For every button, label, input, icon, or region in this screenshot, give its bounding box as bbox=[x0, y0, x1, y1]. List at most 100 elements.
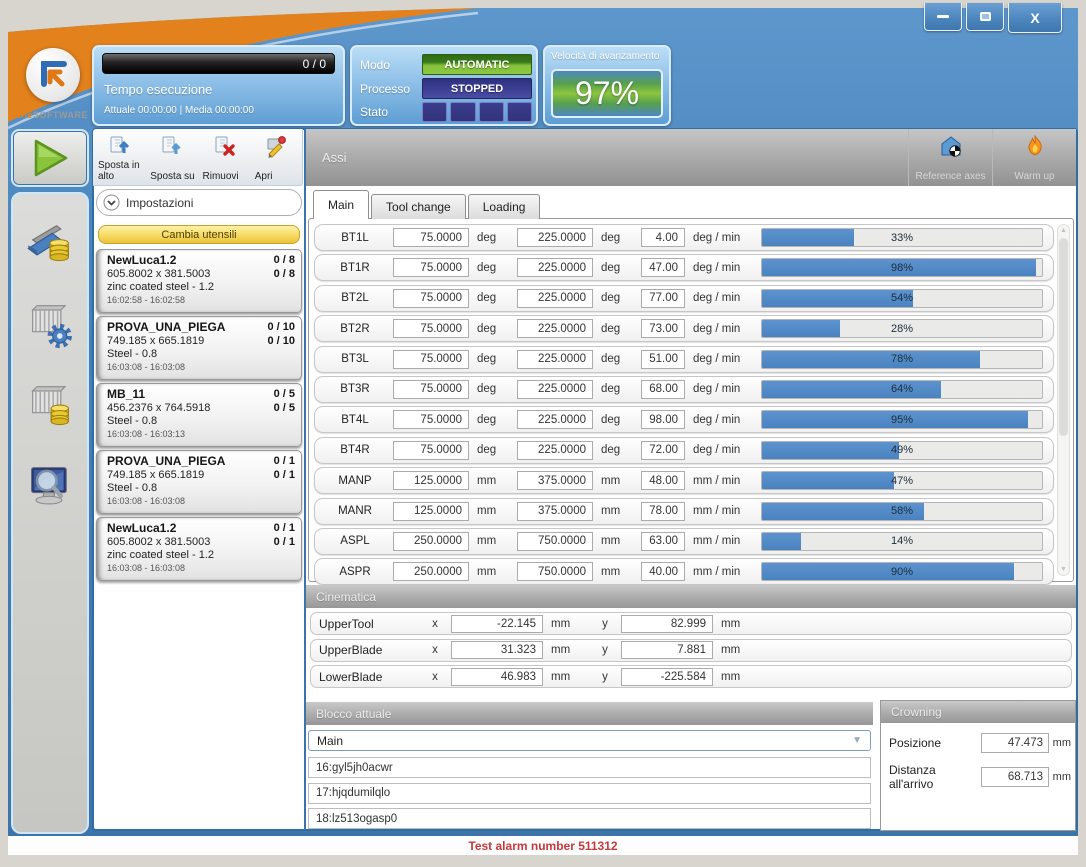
axis-speed-input[interactable]: 78.00 bbox=[641, 502, 685, 521]
axis-speed-input[interactable]: 72.00 bbox=[641, 441, 685, 460]
remove-button[interactable]: Rimuovi bbox=[198, 129, 250, 185]
axis-speed-input[interactable]: 47.00 bbox=[641, 258, 685, 277]
start-cycle-button[interactable] bbox=[11, 129, 89, 187]
axis-row: BT1L 75.0000 deg 225.0000 deg 4.00 deg /… bbox=[314, 224, 1054, 251]
processo-value: STOPPED bbox=[422, 78, 532, 99]
axis-name: BT1L bbox=[325, 232, 385, 244]
block-code-line[interactable]: 16:gyl5jh0acwr bbox=[308, 757, 871, 778]
axis-target-input[interactable]: 750.0000 bbox=[517, 562, 593, 581]
job-card[interactable]: MB_11 456.2376 x 764.5918 Steel - 0.8 16… bbox=[96, 383, 302, 447]
job-card[interactable]: NewLuca1.2 605.8002 x 381.5003 zinc coat… bbox=[96, 249, 302, 313]
impostazioni-label: Impostazioni bbox=[126, 196, 193, 210]
axis-position-unit: deg bbox=[477, 414, 509, 426]
reference-axes-button[interactable]: Reference axes bbox=[908, 129, 992, 186]
axis-speed-input[interactable]: 51.00 bbox=[641, 350, 685, 369]
axis-progress-label: 28% bbox=[762, 320, 1042, 337]
crowning-value-input[interactable]: 47.473 bbox=[981, 733, 1049, 753]
axis-target-input[interactable]: 750.0000 bbox=[517, 532, 593, 551]
axis-position-unit: mm bbox=[477, 535, 509, 547]
axis-position-input[interactable]: 250.0000 bbox=[393, 532, 469, 551]
warm-up-button[interactable]: Warm up bbox=[992, 129, 1076, 186]
axis-row: BT2R 75.0000 deg 225.0000 deg 73.00 deg … bbox=[314, 315, 1054, 342]
block-code-line[interactable]: 17:hjqdumilqlo bbox=[308, 783, 871, 804]
axis-position-input[interactable]: 125.0000 bbox=[393, 471, 469, 490]
axis-target-input[interactable]: 225.0000 bbox=[517, 350, 593, 369]
axis-speed-input[interactable]: 40.00 bbox=[641, 562, 685, 581]
axis-target-unit: mm bbox=[601, 535, 633, 547]
alarm-message: Test alarm number 511312 bbox=[468, 839, 617, 853]
axis-position-input[interactable]: 75.0000 bbox=[393, 350, 469, 369]
tab-tool-change[interactable]: Tool change bbox=[371, 194, 466, 219]
axes-scrollbar[interactable]: ▲ ▼ bbox=[1057, 224, 1070, 576]
app-window: X theSOFTWARE 0 / 0 Tempo esecuzione Att… bbox=[0, 0, 1086, 867]
axis-position-input[interactable]: 75.0000 bbox=[393, 228, 469, 247]
sidebar-item-tool-setup[interactable] bbox=[24, 297, 76, 354]
axis-speed-input[interactable]: 77.00 bbox=[641, 289, 685, 308]
axis-target-input[interactable]: 225.0000 bbox=[517, 380, 593, 399]
axis-speed-input[interactable]: 4.00 bbox=[641, 228, 685, 247]
axis-position-input[interactable]: 75.0000 bbox=[393, 380, 469, 399]
axis-target-input[interactable]: 375.0000 bbox=[517, 471, 593, 490]
axis-position-input[interactable]: 75.0000 bbox=[393, 258, 469, 277]
move-to-top-button[interactable]: Sposta in alto bbox=[93, 129, 145, 185]
axis-position-input[interactable]: 75.0000 bbox=[393, 319, 469, 338]
job-name: NewLuca1.2 bbox=[107, 521, 297, 535]
axis-position-unit: mm bbox=[477, 475, 509, 487]
axis-speed-input[interactable]: 48.00 bbox=[641, 471, 685, 490]
block-code-line[interactable]: 18:lz513ogasp0 bbox=[308, 808, 871, 829]
axis-target-input[interactable]: 225.0000 bbox=[517, 289, 593, 308]
axis-speed-input[interactable]: 68.00 bbox=[641, 380, 685, 399]
job-card[interactable]: PROVA_UNA_PIEGA 749.185 x 665.1819 Steel… bbox=[96, 316, 302, 380]
scroll-down-icon[interactable]: ▼ bbox=[1058, 566, 1069, 573]
x-value-input[interactable]: 46.983 bbox=[451, 668, 543, 686]
tab-loading[interactable]: Loading bbox=[468, 194, 541, 219]
axis-target-input[interactable]: 225.0000 bbox=[517, 441, 593, 460]
sidebar-item-diagnostics[interactable] bbox=[24, 459, 76, 516]
axis-position-input[interactable]: 250.0000 bbox=[393, 562, 469, 581]
open-button[interactable]: Apri bbox=[250, 129, 302, 185]
axis-target-input[interactable]: 375.0000 bbox=[517, 502, 593, 521]
y-value-input[interactable]: 82.999 bbox=[621, 615, 713, 633]
sidebar-item-tool-database[interactable] bbox=[24, 378, 76, 435]
axis-target-unit: deg bbox=[601, 353, 633, 365]
axis-progress-bar: 49% bbox=[761, 441, 1043, 460]
scrollbar-thumb[interactable] bbox=[1059, 238, 1068, 436]
close-button[interactable]: X bbox=[1008, 3, 1062, 33]
y-value-input[interactable]: 7.881 bbox=[621, 641, 713, 659]
scroll-up-icon[interactable]: ▲ bbox=[1058, 227, 1069, 234]
move-up-button[interactable]: Sposta su bbox=[145, 129, 197, 185]
x-value-input[interactable]: 31.323 bbox=[451, 641, 543, 659]
job-counters: 0 / 8 0 / 8 bbox=[274, 253, 295, 281]
x-axis-label: x bbox=[427, 671, 443, 683]
job-card[interactable]: NewLuca1.2 605.8002 x 381.5003 zinc coat… bbox=[96, 517, 302, 581]
crowning-value-input[interactable]: 68.713 bbox=[981, 767, 1049, 787]
axis-speed-input[interactable]: 63.00 bbox=[641, 532, 685, 551]
mode-panel: Modo AUTOMATIC Processo STOPPED Stato bbox=[350, 45, 538, 126]
axis-speed-input[interactable]: 73.00 bbox=[641, 319, 685, 338]
x-value-input[interactable]: -22.145 bbox=[451, 615, 543, 633]
y-value-input[interactable]: -225.584 bbox=[621, 668, 713, 686]
stato-label: Stato bbox=[360, 105, 422, 119]
axis-target-input[interactable]: 225.0000 bbox=[517, 258, 593, 277]
cambia-utensili-button[interactable]: Cambia utensili bbox=[98, 225, 300, 244]
sidebar-item-press-tools-database[interactable] bbox=[24, 216, 76, 273]
block-select-dropdown[interactable]: Main ▼ bbox=[308, 730, 871, 751]
axis-target-input[interactable]: 225.0000 bbox=[517, 319, 593, 338]
axis-row: BT2L 75.0000 deg 225.0000 deg 77.00 deg … bbox=[314, 285, 1054, 312]
minimize-button[interactable] bbox=[924, 3, 962, 31]
axis-position-input[interactable]: 125.0000 bbox=[393, 502, 469, 521]
axis-target-input[interactable]: 225.0000 bbox=[517, 228, 593, 247]
job-card[interactable]: PROVA_UNA_PIEGA 749.185 x 665.1819 Steel… bbox=[96, 450, 302, 514]
axis-position-input[interactable]: 75.0000 bbox=[393, 410, 469, 429]
maximize-button[interactable] bbox=[966, 3, 1004, 31]
axis-target-unit: deg bbox=[601, 323, 633, 335]
axis-speed-input[interactable]: 98.00 bbox=[641, 410, 685, 429]
axis-progress-bar: 33% bbox=[761, 228, 1043, 247]
axis-target-input[interactable]: 225.0000 bbox=[517, 410, 593, 429]
remove-icon bbox=[212, 134, 236, 158]
tab-main[interactable]: Main bbox=[313, 190, 369, 219]
axis-position-input[interactable]: 75.0000 bbox=[393, 441, 469, 460]
axis-position-input[interactable]: 75.0000 bbox=[393, 289, 469, 308]
crowning-label: Posizione bbox=[889, 736, 981, 750]
impostazioni-toggle[interactable]: Impostazioni bbox=[96, 189, 302, 216]
